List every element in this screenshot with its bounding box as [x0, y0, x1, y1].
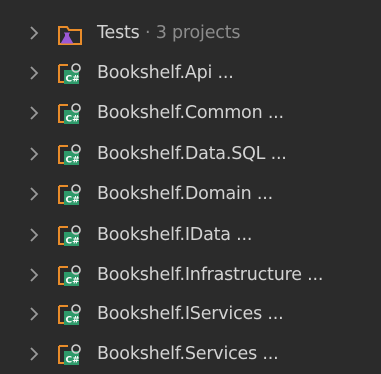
csharp-project-icon: C#: [58, 265, 81, 287]
tree-row-project[interactable]: C# Bookshelf.IServices ...: [0, 294, 381, 334]
csharp-project-icon: C#: [58, 103, 81, 125]
csharp-project-icon: C#: [58, 304, 81, 326]
svg-text:C#: C#: [66, 196, 80, 206]
project-label: Bookshelf.Data.SQL ...: [97, 144, 287, 164]
tree-row-project[interactable]: C# Bookshelf.Domain ...: [0, 174, 381, 214]
svg-text:C#: C#: [66, 237, 80, 247]
tree-row-project[interactable]: C# Bookshelf.IData ...: [0, 215, 381, 255]
tree-row-project[interactable]: C# Bookshelf.Services ...: [0, 334, 381, 374]
svg-text:C#: C#: [66, 115, 80, 125]
svg-text:C#: C#: [66, 356, 80, 366]
chevron-right-icon[interactable]: [28, 65, 40, 81]
folder-name: Tests: [97, 23, 140, 43]
chevron-right-icon[interactable]: [28, 186, 40, 202]
solution-explorer-tree: Tests · 3 projects C# Bookshelf.Api ... …: [0, 0, 381, 374]
project-label: Bookshelf.Domain ...: [97, 184, 273, 204]
svg-text:C#: C#: [66, 75, 80, 85]
csharp-project-icon: C#: [58, 144, 81, 166]
project-label: Bookshelf.Common ...: [97, 103, 284, 123]
project-label: Bookshelf.Services ...: [97, 344, 279, 364]
csharp-project-icon: C#: [58, 344, 81, 366]
tree-row-project[interactable]: C# Bookshelf.Api ...: [0, 53, 381, 93]
folder-separator: ·: [144, 23, 151, 43]
tree-row-tests-folder[interactable]: Tests · 3 projects: [0, 13, 381, 53]
folder-flask-icon: [58, 26, 82, 45]
svg-text:C#: C#: [66, 277, 80, 287]
tree-row-project[interactable]: C# Bookshelf.Common ...: [0, 93, 381, 133]
csharp-project-icon: C#: [58, 184, 81, 206]
tree-row-project[interactable]: C# Bookshelf.Infrastructure ...: [0, 255, 381, 295]
chevron-right-icon[interactable]: [28, 267, 40, 283]
project-count: 3 projects: [155, 23, 241, 43]
project-label: Bookshelf.IData ...: [97, 225, 253, 245]
project-label: Bookshelf.Api ...: [97, 63, 234, 83]
chevron-right-icon[interactable]: [28, 25, 40, 41]
tree-row-label: Tests · 3 projects: [97, 13, 240, 53]
chevron-right-icon[interactable]: [28, 227, 40, 243]
svg-text:C#: C#: [66, 156, 80, 166]
chevron-right-icon[interactable]: [28, 105, 40, 121]
svg-text:C#: C#: [66, 316, 80, 326]
csharp-project-icon: C#: [58, 63, 81, 85]
chevron-right-icon[interactable]: [28, 146, 40, 162]
chevron-right-icon[interactable]: [28, 306, 40, 322]
tree-row-project[interactable]: C# Bookshelf.Data.SQL ...: [0, 134, 381, 174]
project-label: Bookshelf.Infrastructure ...: [97, 265, 324, 285]
project-label: Bookshelf.IServices ...: [97, 304, 284, 324]
chevron-right-icon[interactable]: [28, 346, 40, 362]
csharp-project-icon: C#: [58, 225, 81, 247]
